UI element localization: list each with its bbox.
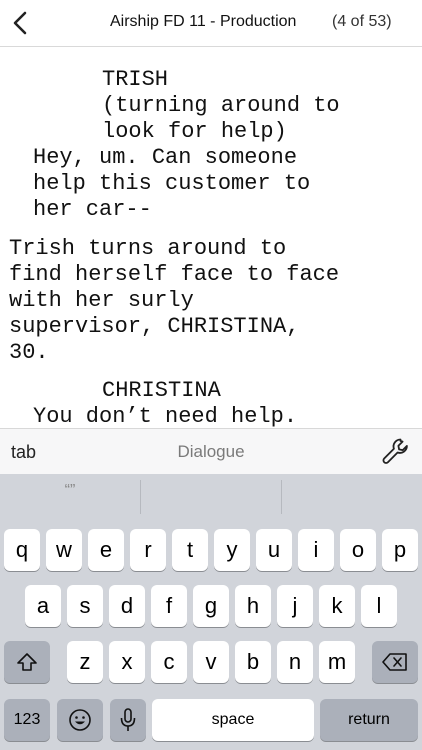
emoji-icon	[69, 709, 91, 731]
dictation-key[interactable]	[110, 699, 146, 741]
dialogue-line: help this customer to	[33, 171, 311, 196]
emoji-key[interactable]	[57, 699, 103, 741]
key-c[interactable]: c	[151, 641, 187, 683]
prediction-bar: “”	[0, 474, 422, 520]
key-v[interactable]: v	[193, 641, 229, 683]
key-j[interactable]: j	[277, 585, 313, 627]
shift-icon	[17, 653, 37, 671]
return-key[interactable]: return	[320, 699, 418, 741]
numbers-key[interactable]: 123	[4, 699, 50, 741]
prediction-slot[interactable]	[282, 474, 422, 520]
key-e[interactable]: e	[88, 529, 124, 571]
key-f[interactable]: f	[151, 585, 187, 627]
shift-key[interactable]	[4, 641, 50, 683]
key-l[interactable]: l	[361, 585, 397, 627]
key-m[interactable]: m	[319, 641, 355, 683]
prediction-text: “”	[64, 482, 76, 499]
prediction-slot[interactable]	[141, 474, 281, 520]
key-d[interactable]: d	[109, 585, 145, 627]
document-title: Airship FD 11 - Production	[110, 13, 297, 30]
dialogue-line: Hey, um. Can someone	[33, 145, 298, 170]
key-a[interactable]: a	[25, 585, 61, 627]
wrench-icon	[382, 438, 408, 464]
key-w[interactable]: w	[46, 529, 82, 571]
key-g[interactable]: g	[193, 585, 229, 627]
action-line: find herself face to face	[9, 262, 340, 287]
action-line: with her surly	[9, 288, 194, 313]
dialogue-line: You don’t need help.	[33, 404, 298, 428]
key-r[interactable]: r	[130, 529, 166, 571]
wrench-button[interactable]	[380, 436, 412, 468]
key-y[interactable]: y	[214, 529, 250, 571]
action-line: Trish turns around to	[9, 236, 287, 261]
character-name: CHRISTINA	[102, 378, 221, 403]
backspace-icon	[382, 653, 407, 671]
element-type-label[interactable]: Dialogue	[0, 442, 422, 462]
character-name: TRISH	[102, 67, 169, 92]
key-h[interactable]: h	[235, 585, 271, 627]
script-editor[interactable]: TRISH (turning around to look for help) …	[0, 47, 422, 428]
space-key[interactable]: space	[152, 699, 314, 741]
microphone-icon	[120, 708, 136, 731]
key-o[interactable]: o	[340, 529, 376, 571]
key-x[interactable]: x	[109, 641, 145, 683]
back-button[interactable]	[8, 9, 34, 37]
parenthetical: look for help)	[102, 119, 287, 144]
parenthetical: (turning around to	[102, 93, 340, 118]
prediction-slot[interactable]: “”	[0, 474, 140, 520]
key-z[interactable]: z	[67, 641, 103, 683]
key-t[interactable]: t	[172, 529, 208, 571]
key-p[interactable]: p	[382, 529, 418, 571]
key-s[interactable]: s	[67, 585, 103, 627]
action-line: 30.	[9, 340, 49, 365]
accessory-toolbar: tab Dialogue	[0, 428, 422, 475]
action-line: supervisor, CHRISTINA,	[9, 314, 300, 339]
key-k[interactable]: k	[319, 585, 355, 627]
chevron-left-icon	[13, 11, 27, 35]
key-q[interactable]: q	[4, 529, 40, 571]
dialogue-line: her car--	[33, 197, 152, 222]
page-count: (4 of 53)	[332, 13, 392, 30]
navigation-bar: Airship FD 11 - Production (4 of 53)	[0, 0, 422, 47]
key-u[interactable]: u	[256, 529, 292, 571]
key-n[interactable]: n	[277, 641, 313, 683]
key-i[interactable]: i	[298, 529, 334, 571]
delete-key[interactable]	[372, 641, 418, 683]
key-b[interactable]: b	[235, 641, 271, 683]
